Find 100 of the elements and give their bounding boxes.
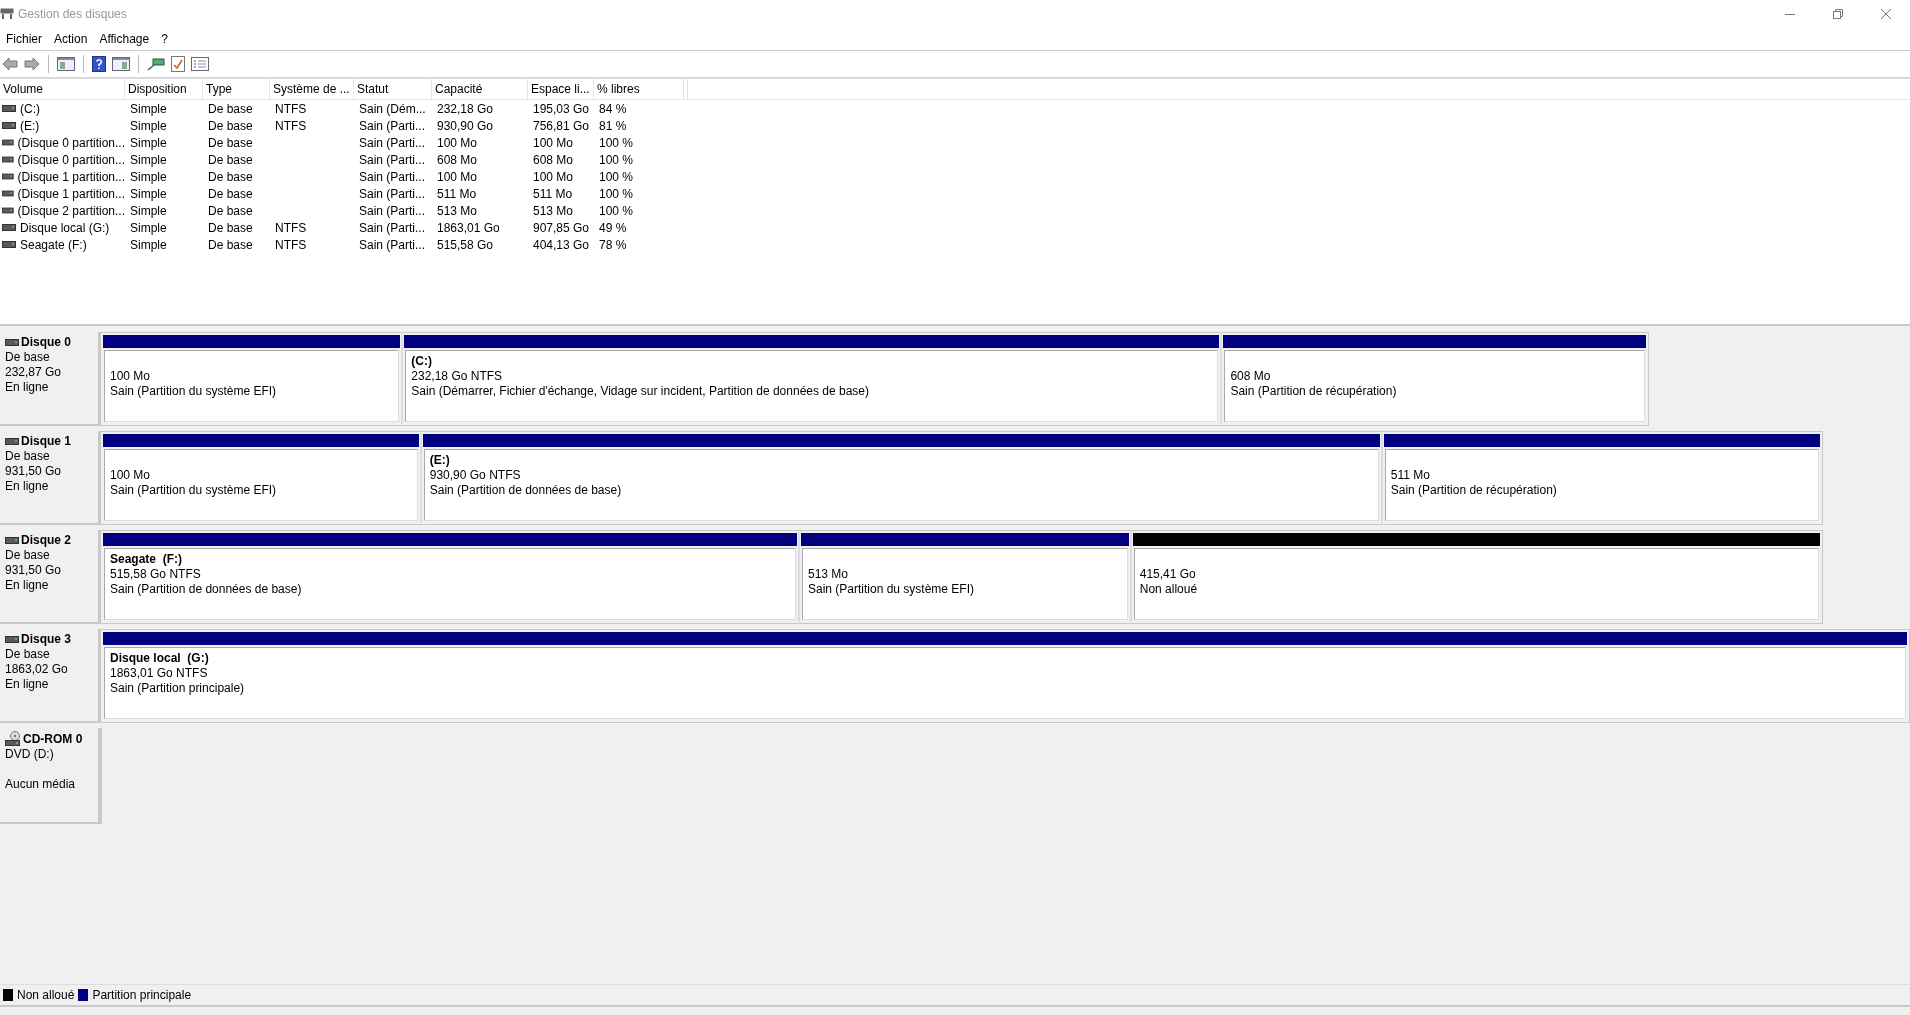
partition-box[interactable]: 100 Mo Sain (Partition du système EFI) [104,449,418,521]
partition-size: 100 Mo [110,369,152,384]
partition-box[interactable]: 608 Mo Sain (Partition de récupération) [1224,350,1646,422]
disk-status: En ligne [5,578,50,593]
table-cell: Sain (Parti... [359,118,426,133]
partition-size: 1863,01 Go NTFS [110,666,209,681]
column-header[interactable]: Espace li... [528,79,594,99]
column-header[interactable]: Système de ... [270,79,354,99]
table-cell: Simple [130,152,167,167]
menu-item[interactable]: Fichier [0,32,48,46]
disk-size: 931,50 Go [5,563,63,578]
table-cell: De base [208,203,253,218]
table-cell: Simple [130,135,167,150]
table-cell: De base [208,169,253,184]
partition-box[interactable]: Seagate (F:) 515,58 Go NTFS Sain (Partition de données de base) [104,548,796,620]
table-cell: Simple [130,186,167,201]
table-cell: 232,18 Go [437,101,494,116]
disk-type: De base [5,350,51,365]
partition-box[interactable]: 415,41 Go Non alloué [1133,548,1820,620]
disk-status: Aucun média [5,777,77,792]
table-cell: 100 % [599,169,634,184]
table-cell: (Disque 0 partition... [17,135,125,150]
table-cell: De base [208,118,253,133]
column-header[interactable]: Type [203,79,270,99]
column-header[interactable]: Capacité [432,79,528,99]
partition-size: 608 Mo [1230,369,1272,384]
disk-label-panel[interactable]: Disque 2 De base 931,50 Go En ligne [0,530,100,624]
table-cell: (Disque 2 partition... [17,203,125,218]
partition-name: Seagate (F:) [110,552,183,567]
partition-size: 515,58 Go NTFS [110,567,202,582]
partition-size: 232,18 Go NTFS [411,369,504,384]
legend-label: Non alloué [17,988,75,1002]
disk-size: 931,50 Go [5,464,63,479]
table-cell: 100 Mo [437,169,478,184]
table-cell: De base [208,186,253,201]
table-cell: 81 % [599,118,627,133]
table-cell: 100 % [599,186,634,201]
partition-box[interactable]: 513 Mo Sain (Partition du système EFI) [801,548,1128,620]
table-cell: (Disque 1 partition... [17,186,125,201]
table-cell: NTFS [275,101,307,116]
table-cell: 100 % [599,152,634,167]
table-cell: Sain (Parti... [359,135,426,150]
table-cell: 930,90 Go [437,118,494,133]
table-cell: 511 Mo [533,186,573,201]
partition-box[interactable]: 511 Mo Sain (Partition de récupération) [1384,449,1820,521]
menu-item[interactable]: Affichage [93,32,156,46]
menu-item[interactable]: ? [155,32,174,46]
column-header[interactable]: Statut [354,79,432,99]
partition-status: Sain (Partition de récupération) [1390,483,1558,498]
table-cell: 1863,01 Go [437,220,500,235]
table-cell: (E:) [20,118,40,133]
table-cell: Disque local (G:) [20,220,110,235]
column-header[interactable]: Volume [0,79,125,99]
partition-box[interactable]: 100 Mo Sain (Partition du système EFI) [104,350,400,422]
table-cell: 195,03 Go [533,101,590,116]
table-cell: Sain (Parti... [359,152,426,167]
table-cell: 84 % [599,101,627,116]
disk-name: Disque 0 [21,335,71,350]
table-cell: De base [208,101,253,116]
table-cell: Simple [130,118,167,133]
partition-status: Sain (Partition du système EFI) [110,384,278,399]
table-cell: 78 % [599,237,627,252]
table-cell: NTFS [275,220,307,235]
disk-size: 232,87 Go [5,365,63,380]
table-cell: 100 Mo [533,169,574,184]
disk-label-panel[interactable]: Disque 1 De base 931,50 Go En ligne [0,431,100,525]
partition-status: Sain (Partition du système EFI) [807,582,975,597]
partition-status: Sain (Démarrer, Fichier d'échange, Vidage sur incident, Partition de données de base) [411,384,870,399]
table-cell: (C:) [20,101,40,116]
table-cell: (Disque 1 partition... [17,169,125,184]
table-cell: Sain (Parti... [359,220,426,235]
partition-name: (C:) [411,354,433,369]
table-cell: Sain (Dém... [359,101,426,116]
table-cell: De base [208,237,253,252]
column-header[interactable]: Disposition [125,79,203,99]
table-cell: 513 Mo [533,203,574,218]
disk-label-panel[interactable]: CD-ROM 0 DVD (D:) Aucun média [0,728,100,824]
table-cell: 608 Mo [533,152,574,167]
partition-box[interactable]: (C:) 232,18 Go NTFS Sain (Démarrer, Fichier d'échange, Vidage sur incident, Partition de données de base) [405,350,1219,422]
table-cell: 511 Mo [437,186,477,201]
table-cell: 100 Mo [533,135,574,150]
table-cell: Sain (Parti... [359,203,426,218]
table-cell: Simple [130,203,167,218]
table-cell: Seagate (F:) [20,237,87,252]
partition-box[interactable]: (E:) 930,90 Go NTFS Sain (Partition de données de base) [423,449,1379,521]
partition-name: Disque local (G:) [110,651,210,666]
disk-label-panel[interactable]: Disque 0 De base 232,87 Go En ligne [0,332,100,426]
partition-box[interactable]: Disque local (G:) 1863,01 Go NTFS Sain (Partition principale) [104,647,1906,719]
partition-size: 415,41 Go [1139,567,1197,582]
table-cell: De base [208,220,253,235]
table-cell: 513 Mo [437,203,478,218]
menu-item[interactable]: Action [48,32,94,46]
partition-status: Sain (Partition de données de base) [429,483,623,498]
window-title: Gestion des disques [18,7,127,21]
disk-label-panel[interactable]: Disque 3 De base 1863,02 Go En ligne [0,629,100,723]
column-header[interactable]: % libres [594,79,684,99]
disk-type: De base [5,548,51,563]
partition-size: 511 Mo [1390,468,1431,483]
table-cell: 100 % [599,203,634,218]
partition-status: Sain (Partition de récupération) [1230,384,1398,399]
